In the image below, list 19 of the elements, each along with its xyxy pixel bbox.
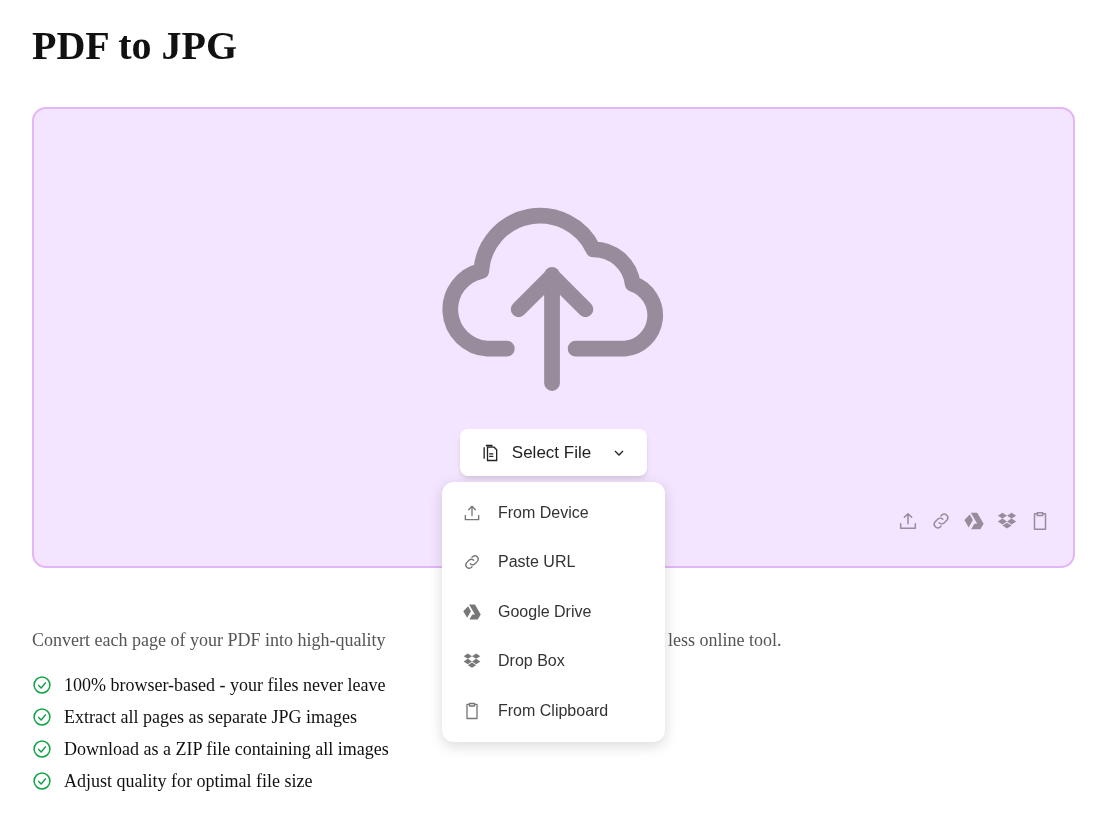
select-file-button[interactable]: Select File bbox=[459, 429, 648, 476]
feature-text: Extract all pages as separate JPG images bbox=[64, 705, 357, 729]
description-text: Convert each page of your PDF into high-quality bbox=[32, 629, 386, 652]
check-circle-icon bbox=[32, 675, 52, 695]
page-title: PDF to JPG bbox=[32, 24, 239, 68]
check-circle-icon bbox=[32, 771, 52, 791]
feature-text: 100% browser-based - your files never leave bbox=[64, 673, 386, 697]
check-circle-icon bbox=[32, 739, 52, 759]
triangle-logo-icon bbox=[963, 510, 985, 532]
upload-icon bbox=[897, 510, 919, 532]
menu-item[interactable]: From Clipboard bbox=[442, 686, 665, 736]
description-text: less online tool. bbox=[668, 629, 782, 652]
menu-item[interactable]: From Device bbox=[442, 488, 665, 538]
feature-text: Adjust quality for optimal file size bbox=[64, 769, 313, 793]
menu-item[interactable]: Drop Box bbox=[442, 636, 665, 686]
menu-item[interactable]: Google Drive bbox=[442, 587, 665, 637]
check-circle-icon bbox=[32, 707, 52, 727]
link-icon bbox=[930, 510, 952, 532]
feature-text: Download as a ZIP file containing all images bbox=[64, 737, 389, 761]
